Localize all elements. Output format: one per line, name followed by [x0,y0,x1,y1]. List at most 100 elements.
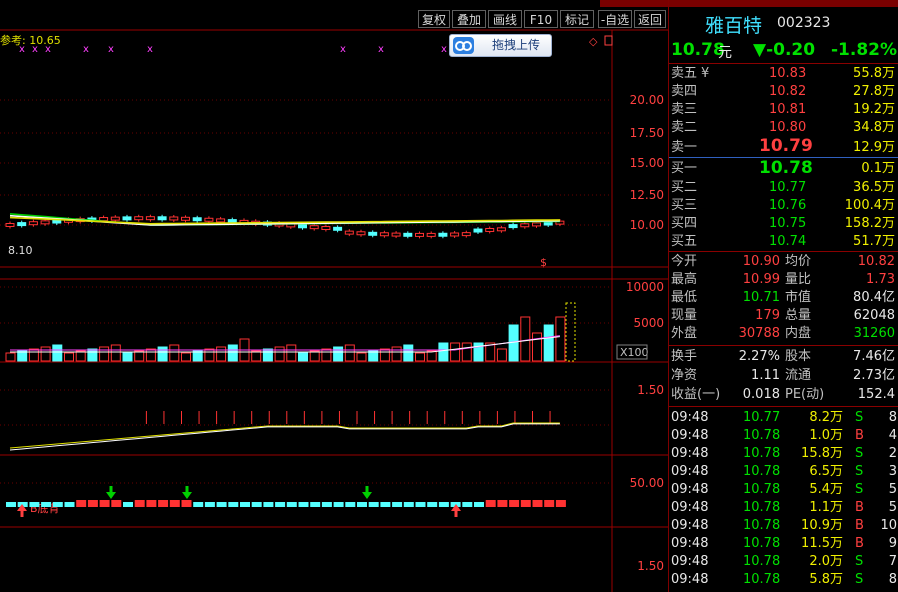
tick-row[interactable]: 09:48 10.78 11.5万 B 9 [669,535,898,553]
indicator2-bar [228,502,239,507]
signal-arrow-icon [182,492,192,499]
candle-body [543,221,553,226]
buy-label: 买四 [671,216,698,231]
marker-x: x [108,44,114,55]
sell-row-2[interactable]: 卖二 10.80 34.8万 [669,119,898,137]
overlay-button[interactable]: 叠加 [452,10,486,28]
volume-bar [496,348,507,362]
tick-volume: 1.0万 [809,428,843,443]
price-axis-label: 17.50 [630,126,664,140]
tick-row[interactable]: 09:48 10.78 15.8万 S 2 [669,445,898,463]
candle-body [298,224,307,229]
tick-row[interactable]: 09:48 10.78 10.9万 B 10 [669,517,898,535]
back-button[interactable]: 返回 [634,10,666,28]
current-volume-bar [565,302,576,362]
fund-row: 换手 2.27% 股本 7.46亿 [669,348,898,366]
candle-body [426,232,436,237]
fuquan-button[interactable]: 复权 [418,10,450,28]
signal-arrow-shaft [365,486,369,492]
candle-body [122,216,132,221]
tick-row[interactable]: 09:48 10.77 8.2万 S 8 [669,409,898,427]
fund-value: 152.4 [857,387,895,402]
volume-bar [87,348,98,362]
sell-volume: 55.8万 [853,66,895,81]
volume-unit-label: X100 [620,346,649,359]
candle-body [99,217,109,222]
tick-count: 7 [888,554,897,569]
tick-row[interactable]: 09:48 10.78 1.0万 B 4 [669,427,898,445]
sell-row-3[interactable]: 卖三 10.81 19.2万 [669,101,898,119]
buy-volume: 100.4万 [844,198,895,213]
candle-body [157,216,167,221]
marker-x: x [441,44,447,55]
tick-volume: 2.0万 [809,554,843,569]
stat-value: 10.99 [742,272,780,287]
tick-time: 09:48 [671,482,709,497]
tick-time: 09:48 [671,536,709,551]
stat-value: 179 [755,308,780,323]
price-axis-label: 20.00 [630,93,664,107]
tick-time: 09:48 [671,428,709,443]
sell-row-1[interactable]: 卖一 10.79 12.9万 [669,137,898,157]
indicator2-bar [251,502,262,507]
fund-label: 股本 [785,349,812,364]
buy-row-5[interactable]: 买五 10.74 51.7万 [669,233,898,251]
buy-label: 买一 [671,161,698,176]
tick-price: 10.78 [743,482,781,497]
drag-upload-button[interactable]: 拖拽上传 [449,34,552,57]
f10-button[interactable]: F10 [524,10,558,28]
mark-button[interactable]: 标记 [560,10,594,28]
draw-line-button[interactable]: 画线 [488,10,522,28]
kline-chart[interactable]: 20.00 17.50 15.00 12.50 10.00 10000 5000 X100 1.… [0,0,668,592]
buy-price: 10.77 [769,180,807,195]
tick-row[interactable]: 09:48 10.78 5.8万 S 8 [669,571,898,589]
fund-row: 净资 1.11 流通 2.73亿 [669,367,898,385]
buy-row-3[interactable]: 买三 10.76 100.4万 [669,197,898,215]
buy-row-1[interactable]: 买一 10.78 0.1万 [669,159,898,179]
tick-time: 09:48 [671,554,709,569]
tick-price: 10.78 [743,572,781,587]
tick-row[interactable]: 09:48 10.78 6.5万 S 3 [669,463,898,481]
sell-row-5[interactable]: 卖五 ¥10.83 55.8万 [669,65,898,83]
sell-row-4[interactable]: 卖四 10.82 27.8万 [669,83,898,101]
candle-body [344,230,354,235]
tick-volume: 1.1万 [809,500,843,515]
remove-favorite-button[interactable]: -自选 [598,10,632,28]
sell-price: 10.82 [769,84,807,99]
fund-value: 2.73亿 [853,368,895,383]
tick-price: 10.78 [743,554,781,569]
candle-body [508,224,518,229]
candle-body [169,216,179,221]
indicator2-bar [99,500,110,507]
volume-axis-label: 10000 [626,280,664,294]
sell-label: 卖一 [671,140,698,155]
candle-body [438,232,448,237]
square-icon [604,35,613,46]
volume-bar [204,348,215,362]
buy-row-4[interactable]: 买四 10.75 158.2万 [669,215,898,233]
candle-body [192,217,202,222]
buy-row-2[interactable]: 买二 10.77 36.5万 [669,179,898,197]
volume-bar [274,346,285,362]
marker-x: x [19,44,25,55]
tick-row[interactable]: 09:48 10.78 2.0万 S 7 [669,553,898,571]
indicator2-bar [462,502,473,507]
stat-label: 现量 [671,308,698,323]
buy-price: 10.75 [769,216,807,231]
sell-volume: 19.2万 [853,102,895,117]
tick-row[interactable]: 09:48 10.78 1.1万 B 5 [669,499,898,517]
tick-time: 09:48 [671,518,709,533]
panel-top-strip [669,0,898,7]
indicator2-bar [216,502,227,507]
stat-label: 最高 [671,272,698,287]
stat-value: 62048 [853,308,895,323]
sell-label: 卖二 [671,120,698,135]
volume-bar [379,348,390,362]
tick-side: S [855,572,864,587]
chart-area[interactable]: 20.00 17.50 15.00 12.50 10.00 10000 5000 X100 1.… [0,0,668,592]
indicator2-bar [532,500,543,507]
tick-row[interactable]: 09:48 10.78 5.4万 S 5 [669,481,898,499]
quote-panel: 雅百特 002323 10.78 元 ▼-0.20 -1.82% 卖五 ¥10.8… [668,0,898,592]
stat-value: 10.90 [742,254,780,269]
sell-price: 10.81 [769,102,807,117]
